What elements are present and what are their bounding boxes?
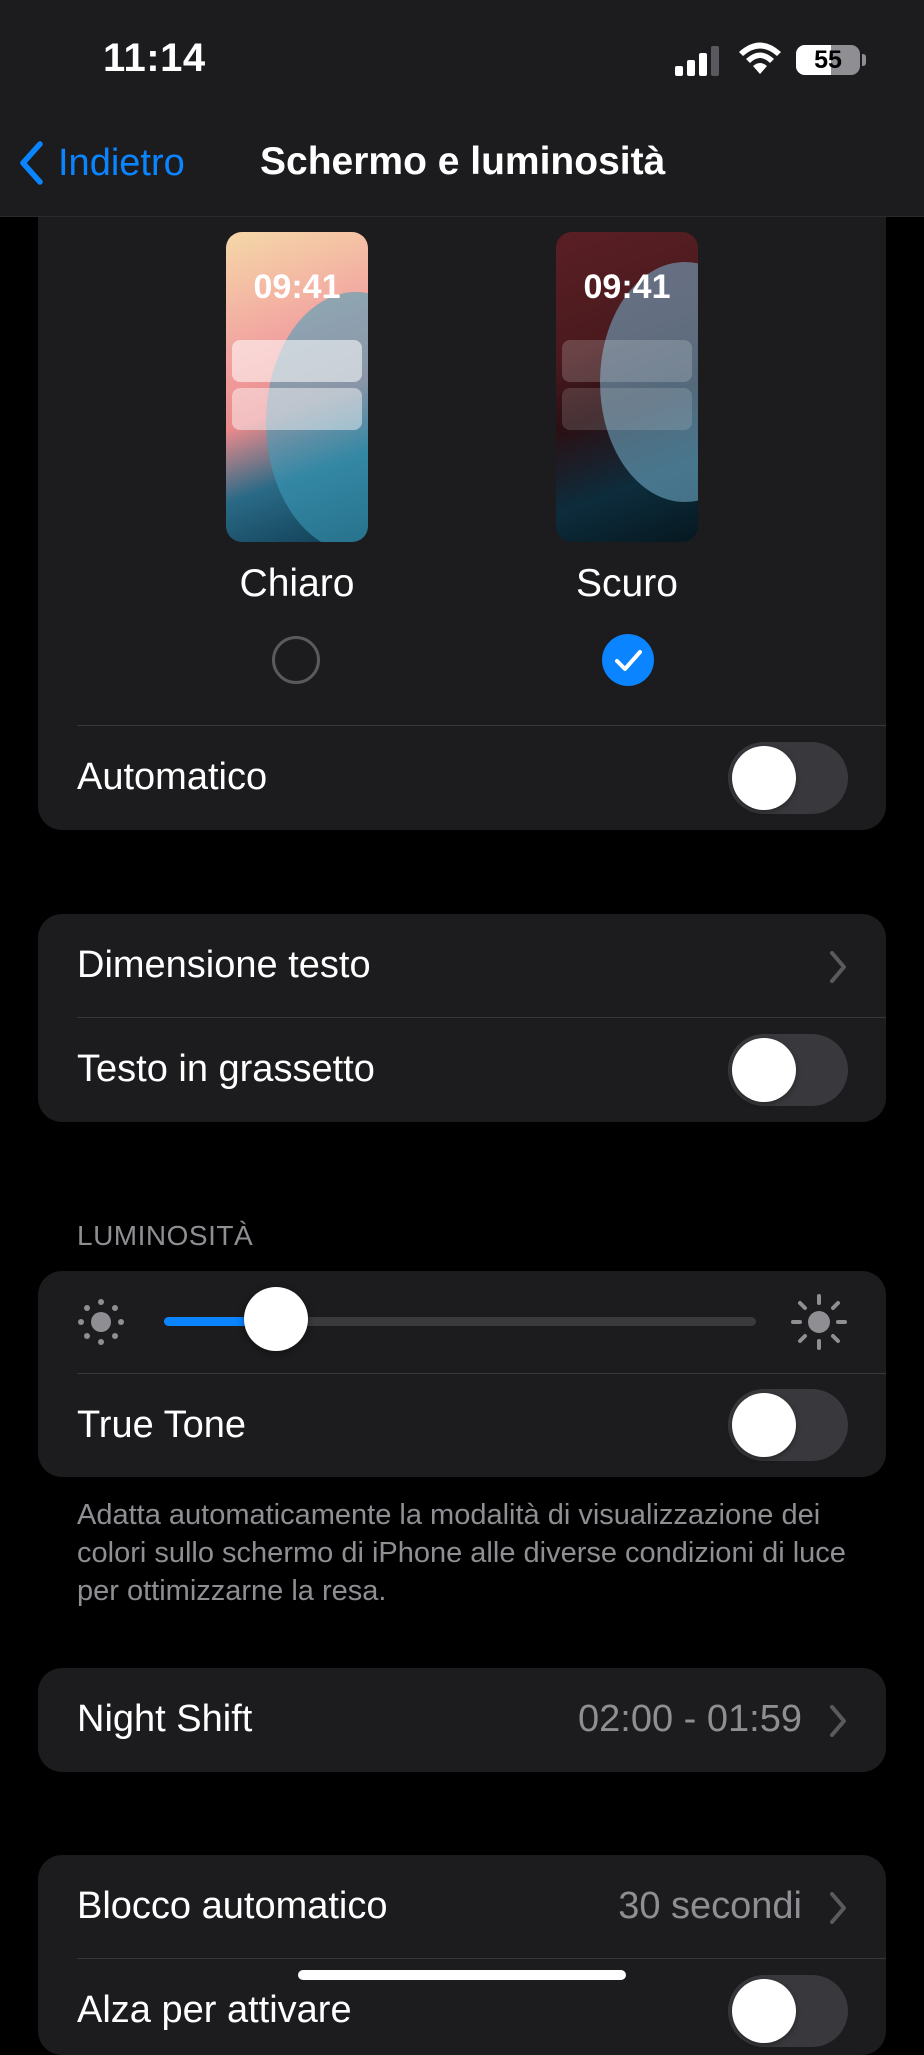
preview-widget xyxy=(562,388,692,430)
night-shift-card: Night Shift 02:00 - 01:59 xyxy=(38,1668,886,1772)
raise-to-wake-label: Alza per attivare xyxy=(77,1989,352,2031)
chevron-right-icon xyxy=(830,1892,846,1924)
page-title: Schermo e luminosità xyxy=(260,140,666,183)
light-mode-preview[interactable]: 09:41 xyxy=(226,232,368,542)
auto-lock-row[interactable]: Blocco automatico 30 secondi xyxy=(38,1855,886,1959)
toggle-knob xyxy=(732,746,796,810)
toggle-knob xyxy=(732,1038,796,1102)
automatic-row: Automatico xyxy=(38,726,886,830)
night-shift-label: Night Shift xyxy=(77,1698,253,1740)
home-indicator[interactable] xyxy=(298,1970,626,1980)
toggle-knob xyxy=(732,1393,796,1457)
battery-cap xyxy=(862,54,866,66)
auto-lock-value: 30 secondi xyxy=(618,1885,802,1927)
text-size-row[interactable]: Dimensione testo xyxy=(38,914,886,1018)
dark-preview-time: 09:41 xyxy=(583,268,671,306)
lock-settings-card: Blocco automatico 30 secondi Alza per at… xyxy=(38,1855,886,2055)
dark-mode-label: Scuro xyxy=(576,562,678,605)
dark-mode-preview[interactable]: 09:41 xyxy=(556,232,698,542)
checkmark-icon xyxy=(615,650,642,671)
brightness-section-header: LUMINOSITÀ xyxy=(77,1220,254,1251)
appearance-card: 09:41 Chiaro 09:41 Scuro Automatico xyxy=(38,190,886,830)
bold-text-row: Testo in grassetto xyxy=(38,1018,886,1122)
status-time: 11:14 xyxy=(103,36,206,80)
preview-widget xyxy=(562,340,692,382)
chevron-right-icon xyxy=(830,951,846,983)
back-label: Indietro xyxy=(58,141,185,184)
light-mode-label: Chiaro xyxy=(239,562,355,605)
sun-small-icon xyxy=(78,1299,124,1345)
preview-widget xyxy=(232,388,362,430)
sun-large-icon xyxy=(791,1294,847,1350)
toggle-knob xyxy=(732,1979,796,2043)
dark-mode-radio[interactable] xyxy=(602,634,654,686)
cellular-signal-icon xyxy=(675,46,723,76)
light-preview-time: 09:41 xyxy=(253,268,341,306)
chevron-right-icon xyxy=(830,1705,846,1737)
true-tone-footnote: Adatta automaticamente la modalità di vi… xyxy=(77,1499,846,1607)
auto-lock-label: Blocco automatico xyxy=(77,1885,388,1927)
night-shift-row[interactable]: Night Shift 02:00 - 01:59 xyxy=(38,1668,886,1772)
night-shift-value: 02:00 - 01:59 xyxy=(578,1698,802,1740)
true-tone-toggle[interactable] xyxy=(728,1389,848,1461)
brightness-slider-row xyxy=(38,1271,886,1373)
automatic-toggle[interactable] xyxy=(728,742,848,814)
back-button[interactable]: Indietro xyxy=(18,136,185,190)
battery-icon: 55 xyxy=(796,45,860,75)
text-size-label: Dimensione testo xyxy=(77,944,371,986)
brightness-slider-thumb[interactable] xyxy=(244,1287,309,1351)
text-settings-card: Dimensione testo Testo in grassetto xyxy=(38,914,886,1122)
preview-widget xyxy=(232,340,362,382)
bold-text-toggle[interactable] xyxy=(728,1034,848,1106)
brightness-card: True Tone xyxy=(38,1271,886,1477)
navigation-bar: 11:14 55 Indietro Schermo e luminosità xyxy=(0,0,924,217)
chevron-left-icon xyxy=(20,141,43,185)
automatic-label: Automatico xyxy=(77,756,268,798)
true-tone-label: True Tone xyxy=(77,1404,246,1446)
raise-to-wake-toggle[interactable] xyxy=(728,1975,848,2047)
battery-percent: 55 xyxy=(814,46,842,74)
true-tone-row: True Tone xyxy=(38,1374,886,1477)
light-mode-radio[interactable] xyxy=(272,636,320,684)
wifi-icon xyxy=(739,42,781,74)
bold-text-label: Testo in grassetto xyxy=(77,1048,375,1090)
